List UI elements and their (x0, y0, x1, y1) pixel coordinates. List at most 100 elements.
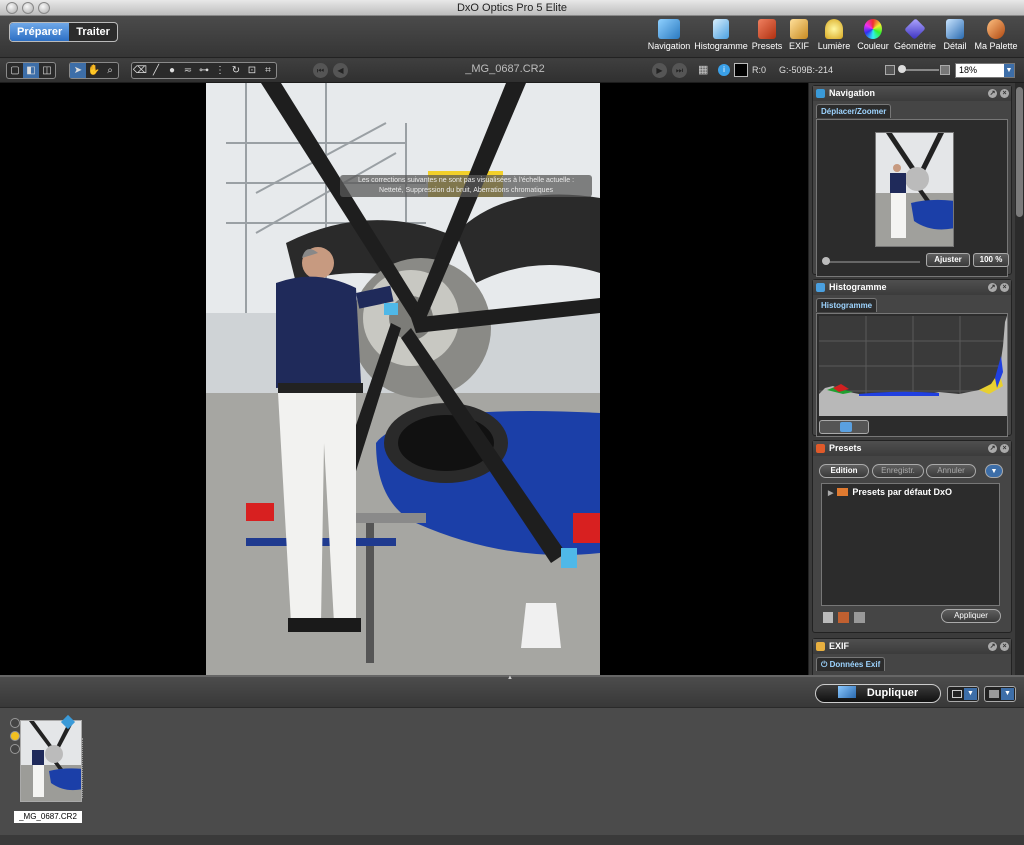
cancel-button[interactable]: Annuler (926, 464, 976, 478)
navigator-zoom-thumb[interactable] (822, 257, 830, 265)
info-icon[interactable]: i (718, 64, 730, 76)
save-button[interactable]: Enregistr. (872, 464, 924, 478)
filmstrip-thumbnail[interactable] (20, 720, 82, 802)
histogram-icon (816, 283, 825, 292)
vertical-icon[interactable]: ⋮ (212, 63, 228, 78)
navigation-icon (816, 89, 825, 98)
zoom-in-icon[interactable] (940, 65, 950, 75)
chevron-down-icon: ▼ (1001, 688, 1014, 700)
navigator-thumbnail[interactable] (875, 132, 954, 247)
palette-button-detail[interactable]: Détail (938, 19, 972, 51)
minimize-window-button[interactable] (22, 2, 34, 14)
detach-icon[interactable]: ↗ (988, 642, 997, 651)
palette-scrollbar[interactable] (1015, 83, 1024, 675)
palette-button-histogram[interactable]: Histogramme (692, 19, 750, 51)
close-icon[interactable]: × (1000, 642, 1009, 651)
pointer-icon[interactable]: ➤ (70, 63, 86, 78)
zoom-out-icon[interactable] (885, 65, 895, 75)
palette-button-navigation[interactable]: Navigation (646, 19, 692, 51)
next-image-icon[interactable]: ▶ (652, 63, 667, 78)
detach-icon[interactable]: ↗ (988, 89, 997, 98)
zoom-slider-thumb[interactable] (898, 65, 906, 73)
zoom-select[interactable]: 18% ▼ (955, 63, 1015, 78)
fit-button[interactable]: Ajuster (926, 253, 970, 267)
histogram-palette-header[interactable]: Histogramme ↗ × (813, 280, 1011, 295)
zoom-100-button[interactable]: 100 % (973, 253, 1009, 267)
single-view-icon[interactable]: ▢ (7, 63, 23, 78)
filmstrip-sort-menu[interactable]: ▼ (984, 686, 1016, 702)
palette-button-light[interactable]: Lumière (814, 19, 854, 51)
duplicate-preset-icon[interactable] (854, 612, 865, 623)
zoom-window-button[interactable] (38, 2, 50, 14)
edit-tools-group: ⌫ ╱ ● ≂ ⊶ ⋮ ↻ ⊡ ⌗ (131, 62, 277, 79)
close-icon[interactable]: × (1000, 283, 1009, 292)
mode-prepare-button[interactable]: Préparer (10, 23, 70, 41)
thumbnail-photo (21, 721, 81, 801)
navigation-palette-header[interactable]: Navigation ↗ × (813, 86, 1011, 101)
palette-button-exif[interactable]: EXIF (784, 19, 814, 51)
edit-button[interactable]: Edition (819, 464, 869, 478)
presets-menu-button[interactable]: ▼ (985, 464, 1003, 478)
filmstrip-toggle-icon[interactable]: ▲ (507, 675, 515, 681)
histogram-channel-selector[interactable] (819, 420, 869, 434)
perspective-icon[interactable]: ⊡ (244, 63, 260, 78)
image-viewer[interactable]: Les corrections suivantes ne sont pas vi… (0, 83, 808, 675)
previous-image-icon[interactable]: ◀ (333, 63, 348, 78)
levels-icon[interactable]: ≂ (180, 63, 196, 78)
rating-dots[interactable] (82, 738, 85, 798)
presets-palette-header[interactable]: Presets ↗ × (813, 441, 1011, 456)
hand-icon[interactable]: ✋ (86, 63, 102, 78)
exif-palette: EXIF ↗ × ⏻ Données Exif (812, 638, 1012, 675)
rotate-icon[interactable]: ↻ (228, 63, 244, 78)
palette-button-geometry[interactable]: Géométrie (892, 18, 938, 51)
histogram-palette-body (816, 313, 1008, 437)
light-icon (825, 19, 843, 39)
crop-icon[interactable]: ⌗ (260, 63, 276, 78)
tab-histogram[interactable]: Histogramme (816, 298, 878, 312)
app-window: DxO Optics Pro 5 Elite Préparer Traiter … (0, 0, 1024, 845)
aircraft-engine-photo (206, 83, 600, 675)
presets-icon (816, 444, 825, 453)
navigator-photo (876, 133, 953, 246)
split-view-icon[interactable]: ◫ (39, 63, 55, 78)
navigator-zoom-slider[interactable] (825, 261, 920, 263)
eraser-icon[interactable]: ⌫ (132, 63, 148, 78)
zoom-icon[interactable]: ⌕ (102, 63, 118, 78)
new-preset-from-settings-icon[interactable] (838, 612, 849, 623)
histogram-palette: Histogramme ↗ × Histogramme (812, 279, 1012, 437)
palette-button-my-palette[interactable]: Ma Palette (972, 19, 1020, 51)
tab-exif-data[interactable]: ⏻ Données Exif (816, 657, 886, 671)
tab-move-zoom[interactable]: Déplacer/Zoomer (816, 104, 892, 118)
palette-button-color[interactable]: Couleur (854, 19, 892, 51)
filmstrip: _MG_0687.CR2 (0, 707, 1024, 845)
new-preset-icon[interactable] (823, 612, 833, 623)
palette-scrollbar-thumb[interactable] (1016, 87, 1023, 217)
close-icon[interactable]: × (1000, 444, 1009, 453)
filmstrip-view-menu[interactable]: ▼ (947, 686, 979, 702)
compare-view-icon[interactable]: ◧ (23, 63, 39, 78)
apply-button[interactable]: Appliquer (941, 609, 1001, 623)
mode-process-button[interactable]: Traiter (69, 23, 117, 41)
brush-icon[interactable]: ╱ (148, 63, 164, 78)
first-image-icon[interactable]: ⏮ (313, 63, 328, 78)
image-toolbar: ▢ ◧ ◫ ➤ ✋ ⌕ ⌫ ╱ ● ≂ ⊶ ⋮ ↻ ⊡ ⌗ ⏮ ◀ _MG_06… (0, 59, 1024, 83)
palette-button-presets[interactable]: Presets (750, 19, 784, 51)
status-dot-icon (10, 731, 20, 741)
palette-panel: Navigation ↗ × Déplacer/Zoomer Ajuster 1… (808, 83, 1024, 675)
detail-icon (946, 19, 964, 39)
tree-item-default-presets[interactable]: ▶ Presets par défaut DxO (828, 487, 952, 497)
close-window-button[interactable] (6, 2, 18, 14)
last-image-icon[interactable]: ⏭ (672, 63, 687, 78)
grid-icon[interactable]: ▦ (698, 64, 710, 76)
status-dot-icon (10, 744, 20, 754)
correction-notice-tooltip: Les corrections suivantes ne sont pas vi… (340, 175, 592, 197)
detach-icon[interactable]: ↗ (988, 283, 997, 292)
duplicate-button[interactable]: Dupliquer (815, 684, 941, 703)
color-picker-icon[interactable]: ● (164, 63, 180, 78)
close-icon[interactable]: × (1000, 89, 1009, 98)
exif-palette-header[interactable]: EXIF ↗ × (813, 639, 1011, 654)
detach-icon[interactable]: ↗ (988, 444, 997, 453)
photo-preview[interactable] (206, 83, 600, 675)
horizon-icon[interactable]: ⊶ (196, 63, 212, 78)
disclosure-triangle-icon[interactable]: ▶ (828, 490, 833, 497)
